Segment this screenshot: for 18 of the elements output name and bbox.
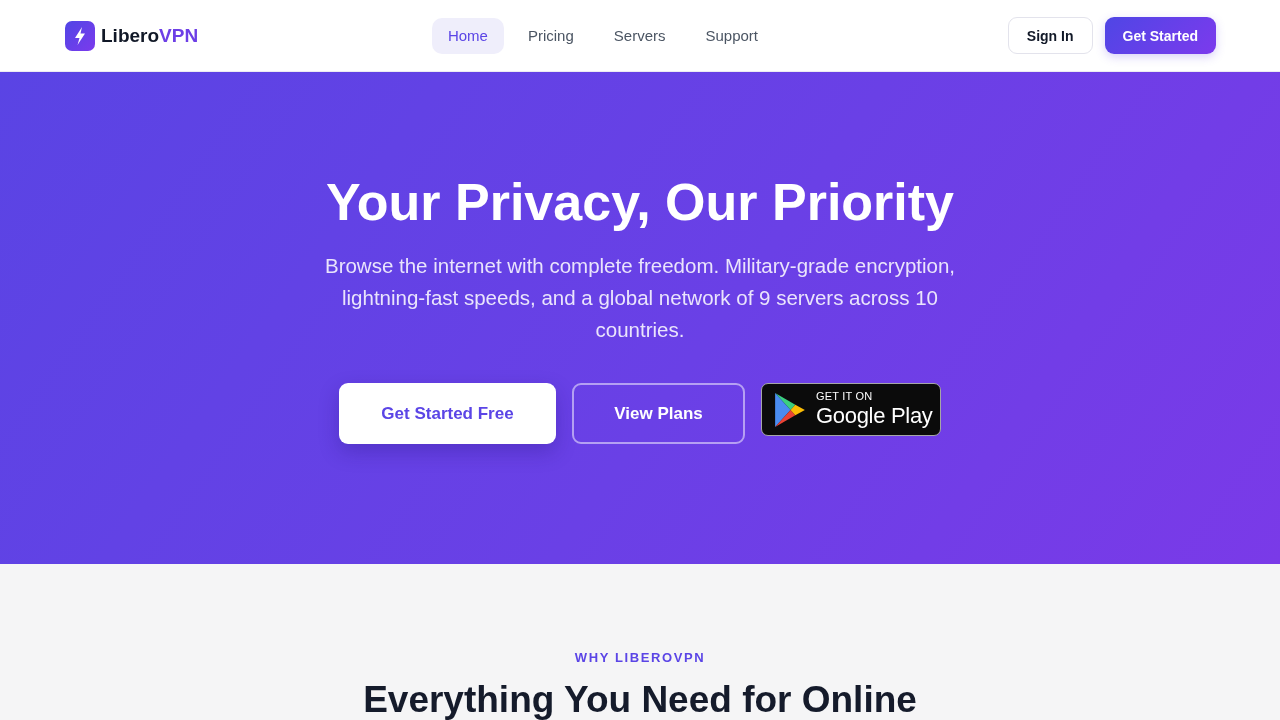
lightning-icon <box>65 20 95 51</box>
get-started-button[interactable]: Get Started <box>1104 17 1216 54</box>
badge-store-name: Google Play <box>816 403 933 429</box>
section-eyebrow: WHY LIBEROVPN <box>574 650 706 665</box>
hero-subtitle: Browse the internet with complete freedom. Military-grade encryption, lightning-fast speeds, and a global network of 9 servers across 10 countries. <box>323 253 957 343</box>
brand-name: LiberoVPN <box>101 24 199 47</box>
hero-title: Your Privacy, Our Priority <box>325 172 955 233</box>
section-title: Everything You Need for Online <box>363 679 917 720</box>
view-plans-button[interactable]: View Plans <box>572 383 745 444</box>
store-badge[interactable]: GET IT ON Google Play <box>761 383 941 436</box>
get-started-free-button[interactable]: Get Started Free <box>339 383 556 444</box>
sign-in-button[interactable]: Sign In <box>1007 17 1093 54</box>
nav-tab[interactable]: Support <box>689 17 775 54</box>
nav-tab[interactable]: Servers <box>597 17 682 54</box>
badge-caption: GET IT ON <box>816 390 874 403</box>
nav-tab[interactable]: Home <box>431 17 504 54</box>
play-triangle-icon <box>774 392 806 427</box>
nav-tab[interactable]: Pricing <box>511 17 590 54</box>
